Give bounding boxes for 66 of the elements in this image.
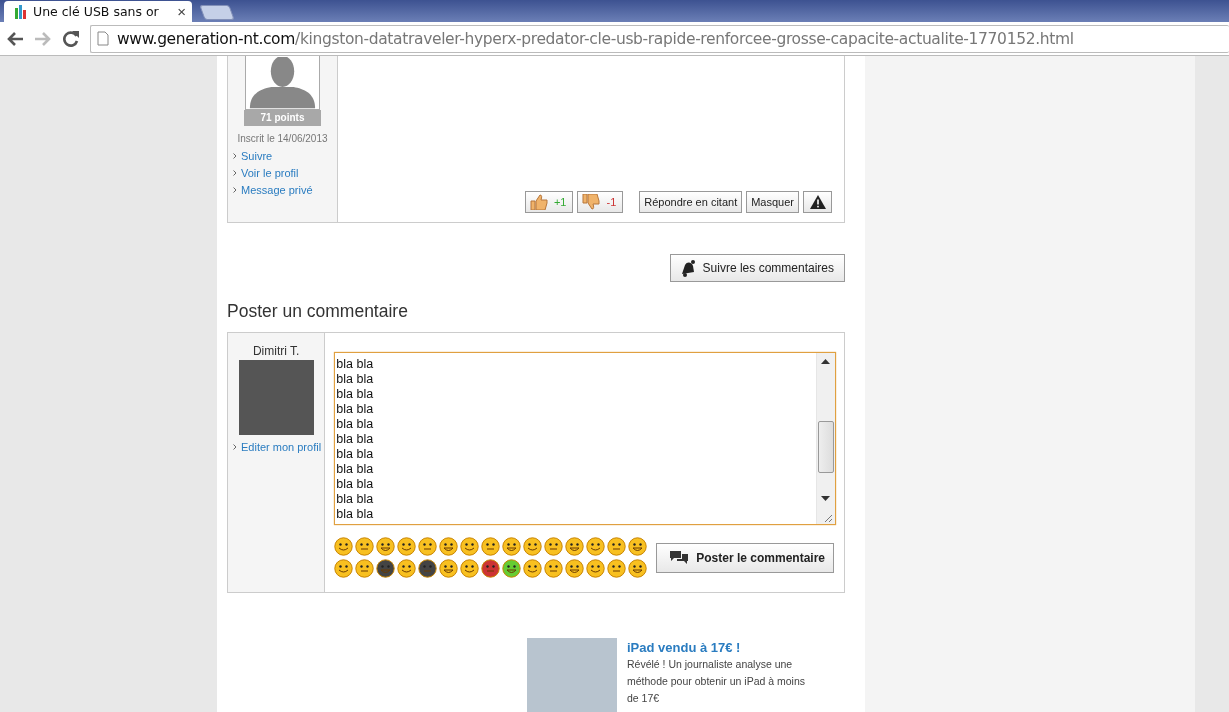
dislike-button[interactable]: -1	[577, 191, 624, 213]
smiley-icon[interactable]	[355, 559, 375, 578]
profile-link[interactable]: Voir le profil	[241, 166, 299, 179]
chevron-icon	[233, 443, 237, 450]
chevron-icon	[233, 152, 237, 159]
smiley-icon[interactable]	[439, 537, 459, 556]
user-name: Dimitri T.	[252, 344, 300, 358]
post-action-button[interactable]: Répondre en citant	[639, 191, 743, 213]
smiley-icon[interactable]	[607, 559, 627, 578]
smiley-icon[interactable]	[418, 537, 438, 556]
thumbs-up-icon	[529, 194, 548, 210]
address-bar[interactable]: www.generation-nt.com/kingston-datatraveler-hyperx-predator-cle-usb-rapide-renforcee-grosse-capacite-actualite-1770152.html	[90, 24, 1229, 53]
follow-comments-button[interactable]: Suivre les commentaires	[669, 254, 845, 282]
new-tab-button[interactable]	[199, 5, 235, 20]
points-badge: 71 points	[244, 110, 321, 126]
report-button[interactable]	[803, 191, 832, 213]
profile-link[interactable]: Message privé	[241, 183, 313, 196]
chevron-icon	[233, 169, 237, 176]
smiley-icon[interactable]	[502, 537, 522, 556]
profile-link[interactable]: Suivre	[241, 149, 273, 162]
smiley-icon[interactable]	[544, 537, 564, 556]
smiley-icon[interactable]	[586, 537, 606, 556]
bar-chart-icon	[14, 4, 28, 19]
page-icon	[97, 31, 109, 46]
profile-link[interactable]: Editer mon profil	[241, 440, 322, 453]
smiley-icon[interactable]	[523, 537, 543, 556]
section-heading: Poster un commentaire	[227, 301, 409, 322]
smiley-icon[interactable]	[523, 559, 543, 578]
thumbs-down-icon	[582, 194, 601, 210]
speech-bubbles-icon	[669, 549, 690, 566]
smiley-icon[interactable]	[355, 537, 375, 556]
join-date: Inscrit le 14/06/2013	[237, 133, 328, 144]
scrollbar-thumb[interactable]	[818, 421, 834, 473]
smiley-icon[interactable]	[565, 559, 585, 578]
smiley-icon[interactable]	[397, 559, 417, 578]
ad-title-link[interactable]: iPad vendu à 17€ !	[627, 640, 817, 655]
ad-description: Révélé ! Un journaliste analyse une méthode pour obtenir un iPad à moins de 17€	[627, 657, 807, 706]
smiley-icon[interactable]	[376, 537, 396, 556]
smiley-icon[interactable]	[460, 537, 480, 556]
smiley-icon[interactable]	[607, 537, 627, 556]
smiley-icon[interactable]	[397, 537, 417, 556]
tab-title: Une clé USB sans or	[33, 4, 160, 19]
smiley-icon[interactable]	[628, 559, 648, 578]
browser-tab[interactable]: Une clé USB sans or ×	[4, 1, 192, 22]
warning-icon	[809, 195, 826, 209]
close-tab-button[interactable]: ×	[177, 3, 186, 20]
smiley-icon[interactable]	[628, 537, 648, 556]
smiley-icon[interactable]	[481, 537, 501, 556]
post-comment-button[interactable]: Poster le commentaire	[656, 542, 834, 573]
post-action-button[interactable]: Masquer	[746, 191, 799, 213]
smiley-icon[interactable]	[544, 559, 564, 578]
comment-field[interactable]: bla bla bla bla bla bla bla bla bla bla bla bla bla bla bla bla bla bla bla bla bla bla	[334, 352, 836, 525]
smiley-icon[interactable]	[334, 537, 354, 556]
smiley-icon[interactable]	[481, 559, 501, 578]
smiley-icon[interactable]	[439, 559, 459, 578]
smiley-icon[interactable]	[460, 559, 480, 578]
chevron-icon	[233, 186, 237, 193]
smiley-icon[interactable]	[565, 537, 585, 556]
smiley-icon[interactable]	[334, 559, 354, 578]
smiley-icon[interactable]	[418, 559, 438, 578]
reload-icon[interactable]	[62, 29, 80, 48]
smiley-icon[interactable]	[586, 559, 606, 578]
smiley-icon[interactable]	[502, 559, 522, 578]
scrollbar[interactable]	[816, 353, 835, 524]
smiley-icon[interactable]	[376, 559, 396, 578]
back-icon[interactable]	[6, 30, 24, 47]
